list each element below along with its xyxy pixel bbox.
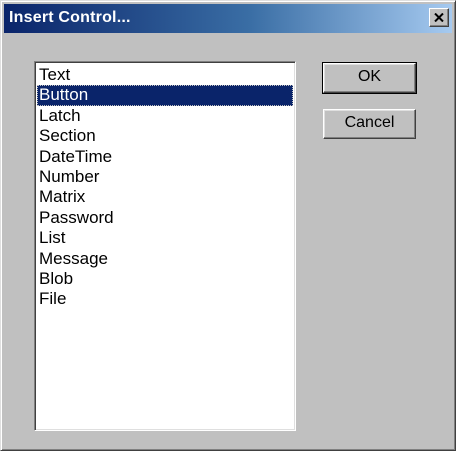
list-item-latch[interactable]: Latch [37,106,293,126]
control-type-listbox[interactable]: Text Button Latch Section DateTime Numbe… [34,61,296,431]
list-item-datetime[interactable]: DateTime [37,147,293,167]
ok-button[interactable]: OK [322,62,417,94]
list-item-blob[interactable]: Blob [37,269,293,289]
title-bar[interactable]: Insert Control... [4,4,452,33]
control-type-list: Text Button Latch Section DateTime Numbe… [37,65,293,310]
close-icon [434,13,444,22]
list-item-list[interactable]: List [37,228,293,248]
list-item-number[interactable]: Number [37,167,293,187]
list-item-section[interactable]: Section [37,126,293,146]
list-item-matrix[interactable]: Matrix [37,187,293,207]
dialog-title: Insert Control... [9,9,131,26]
list-item-text[interactable]: Text [37,65,293,85]
list-item-file[interactable]: File [37,289,293,309]
list-item-password[interactable]: Password [37,208,293,228]
cancel-button[interactable]: Cancel [323,109,416,139]
close-button[interactable] [429,8,449,27]
list-item-message[interactable]: Message [37,249,293,269]
insert-control-dialog: Insert Control... Text Button Latch Sect… [0,0,456,451]
list-item-button[interactable]: Button [37,85,293,106]
